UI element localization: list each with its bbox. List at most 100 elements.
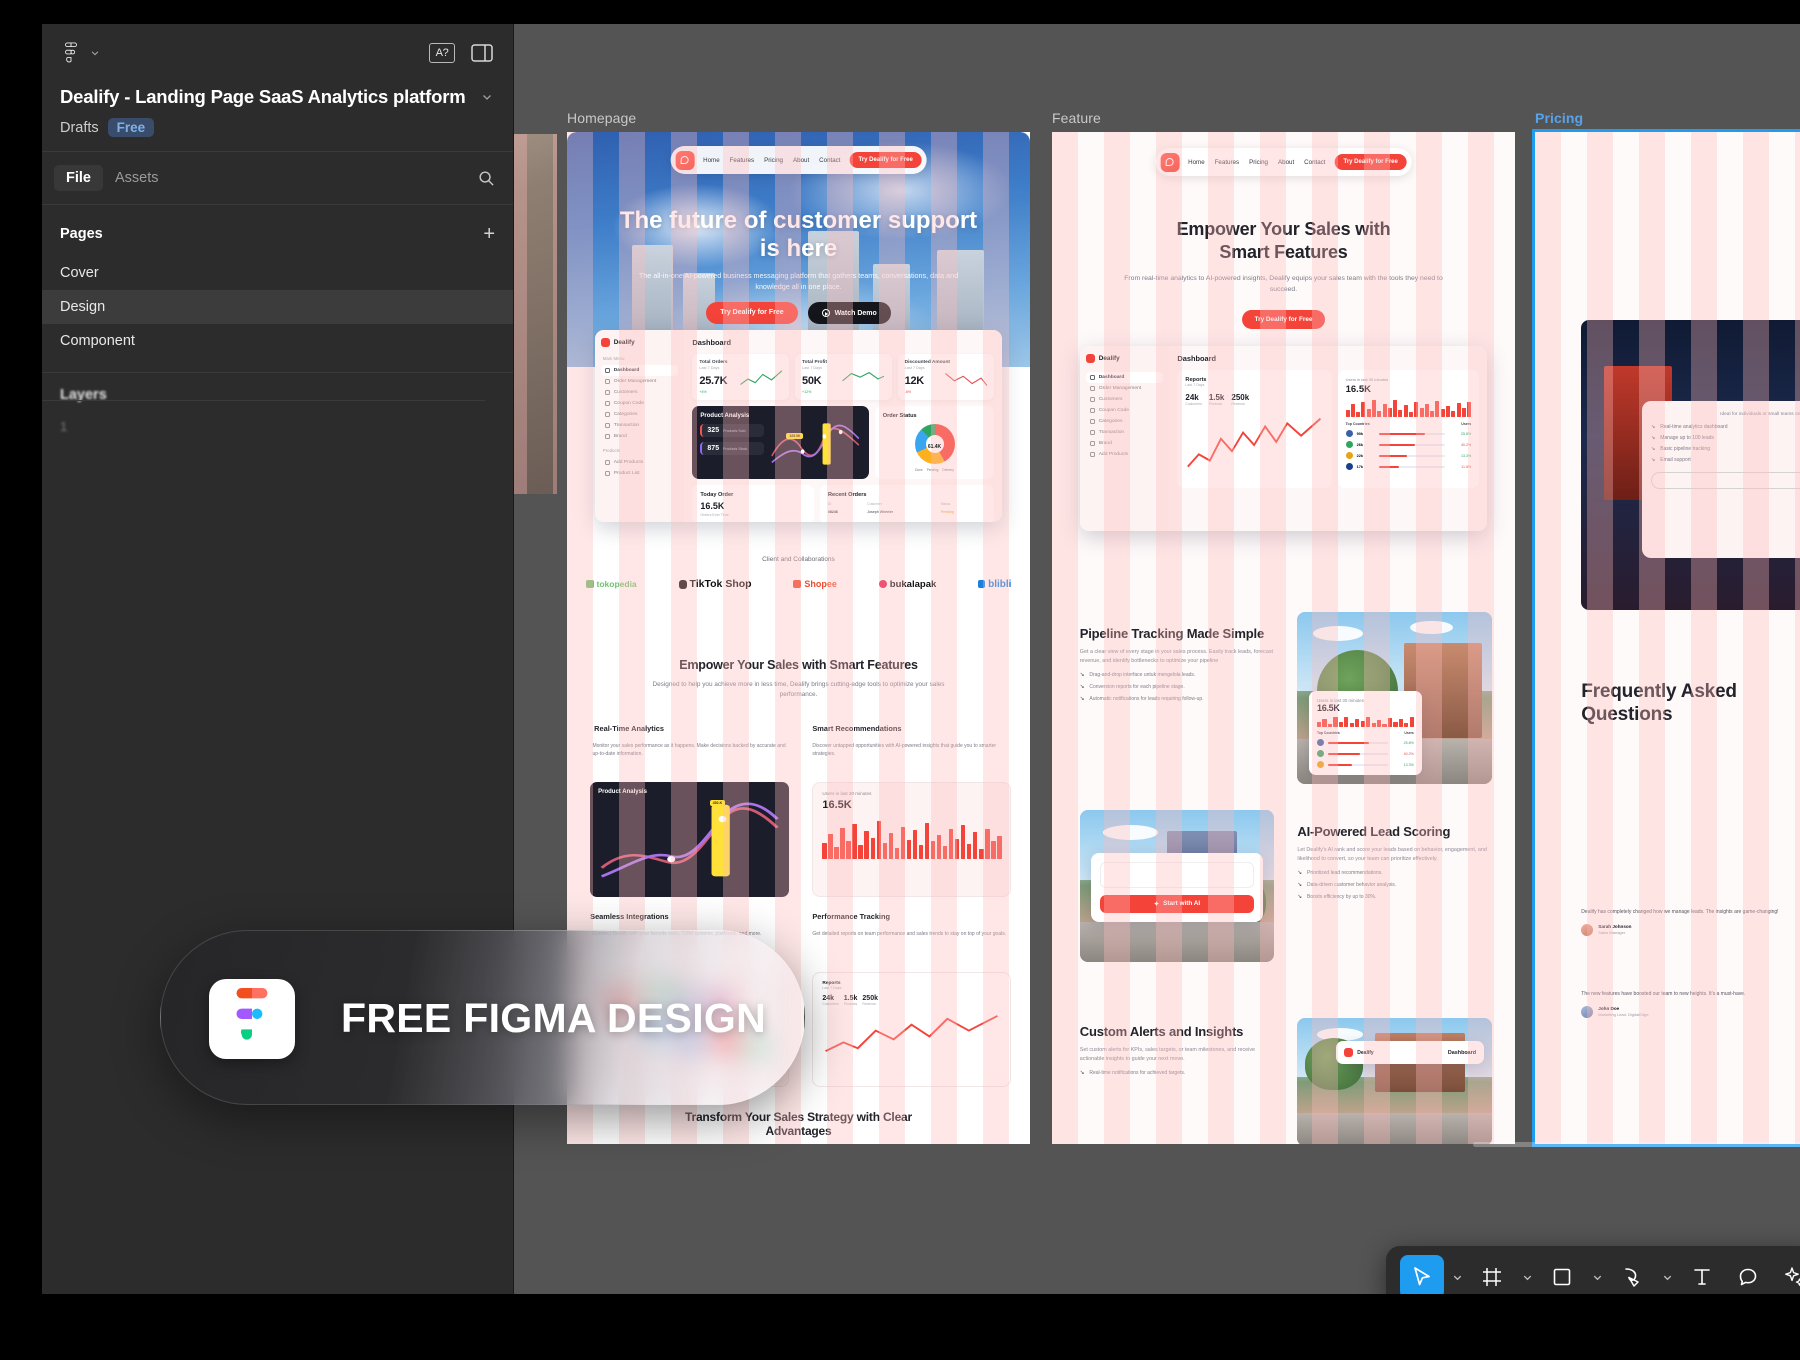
frame-tool[interactable] — [1470, 1255, 1514, 1294]
pen-tool[interactable] — [1610, 1255, 1654, 1294]
dashboard-menu-item[interactable]: Customers — [601, 387, 679, 398]
logo-tiktok-shop: TikTok Shop — [678, 578, 752, 590]
plan-badge[interactable]: Free — [107, 118, 155, 137]
file-title-row[interactable]: Dealify - Landing Page SaaS Analytics pl… — [42, 86, 513, 108]
product-row: 875 Products Stock — [700, 442, 765, 455]
frame-label-homepage[interactable]: Homepage — [567, 110, 636, 126]
project-name[interactable]: Drafts — [60, 120, 99, 136]
arrow-icon: ↘ — [1297, 893, 1302, 900]
nav-link-contact[interactable]: Contact — [1304, 159, 1325, 166]
feature-navbar[interactable]: Home Features Pricing About Contact Try … — [1155, 148, 1412, 176]
dashboard-menu-item[interactable]: Product List — [601, 468, 679, 479]
nav-link-pricing[interactable]: Pricing — [764, 157, 783, 164]
recent-orders-panel: Recent Orders ID Customer Status #8246 J… — [819, 485, 995, 522]
feature-dashboard-mock: Dealify Dashboard Order Management Custo… — [1079, 346, 1488, 531]
start-with-ai-button[interactable]: ✦ Start with AI — [1100, 894, 1254, 913]
frame-label-feature[interactable]: Feature — [1052, 110, 1101, 126]
nav-link-features[interactable]: Features — [730, 157, 754, 164]
users-mini-card: Users in last 30 minutes 16.5K Top Count… — [1309, 691, 1422, 776]
hero-buttons[interactable]: Try Dealify for Free Watch Demo — [567, 302, 1030, 324]
watch-demo-label: Watch Demo — [834, 309, 877, 317]
analytics-line-chart — [600, 802, 779, 878]
search-icon[interactable] — [471, 163, 501, 193]
dashboard-menu-item[interactable]: Add Products — [601, 457, 679, 468]
dashboard-menu-item[interactable]: Order Management — [601, 376, 679, 387]
site-navbar[interactable]: Home Features Pricing About Contact Try … — [670, 146, 927, 174]
layer-item[interactable]: 1 — [42, 403, 513, 434]
pen-tool-chevron[interactable] — [1656, 1255, 1678, 1294]
move-tool[interactable] — [1400, 1255, 1444, 1294]
ai-input[interactable] — [1100, 861, 1254, 888]
analysis-line-chart — [771, 423, 860, 465]
tab-assets[interactable]: Assets — [103, 165, 171, 191]
nav-link-about[interactable]: About — [1278, 159, 1294, 166]
frame-pricing[interactable]: Ideal for individuals or small teams on … — [1532, 129, 1800, 1147]
dashboard-menu-item[interactable]: Coupon Code — [1086, 405, 1164, 416]
legend-item: Done — [915, 468, 923, 472]
figma-menu-icon[interactable] — [60, 42, 82, 64]
dashboard-menu-item[interactable]: Customers — [1086, 394, 1164, 405]
nav-link-features[interactable]: Features — [1215, 159, 1239, 166]
block-title: Pipeline Tracking Made Simple — [1079, 626, 1264, 641]
hero-primary-cta[interactable]: Try Dealify for Free — [706, 302, 798, 324]
dashboard-menu-item[interactable]: Add Products — [1086, 449, 1164, 460]
dashboard-menu-item[interactable]: Order Management — [1086, 383, 1164, 394]
block-title: Custom Alerts and Insights — [1079, 1024, 1244, 1039]
nav-link-about[interactable]: About — [793, 157, 809, 164]
dashboard-menu-item[interactable]: Transaction — [1086, 427, 1164, 438]
feature-hero-cta[interactable]: Try Dealify for Free — [1241, 310, 1326, 329]
nav-cta-button[interactable]: Try Dealify for Free — [849, 152, 922, 168]
users-value: 16.5K — [1345, 384, 1371, 395]
users-value: 16.5K — [822, 799, 852, 811]
plan-intro: Ideal for individuals or small teams on … — [1720, 412, 1800, 418]
testimonial-quote: The new features have boosted our team t… — [1581, 991, 1746, 997]
comment-tool[interactable] — [1726, 1255, 1770, 1294]
shape-tool[interactable] — [1540, 1255, 1584, 1294]
nav-link-contact[interactable]: Contact — [819, 157, 840, 164]
frame-label-pricing[interactable]: Pricing — [1535, 110, 1583, 126]
frame-tool-chevron[interactable] — [1516, 1255, 1538, 1294]
frame-feature[interactable]: Home Features Pricing About Contact Try … — [1052, 132, 1515, 1144]
country-row: 26k 40.2% — [1345, 441, 1471, 448]
shape-tool-chevron[interactable] — [1586, 1255, 1608, 1294]
nav-cta-button[interactable]: Try Dealify for Free — [1334, 154, 1407, 170]
move-tool-chevron[interactable] — [1446, 1255, 1468, 1294]
kpi: 1.5k Products — [843, 995, 858, 1006]
accessibility-icon[interactable]: A? — [429, 43, 455, 63]
kpi: 24k Customers — [822, 995, 839, 1006]
chevron-down-icon[interactable] — [90, 48, 100, 58]
page-item-design[interactable]: Design — [42, 290, 513, 324]
file-title: Dealify - Landing Page SaaS Analytics pl… — [60, 86, 466, 107]
nav-link-pricing[interactable]: Pricing — [1249, 159, 1268, 166]
nav-link-home[interactable]: Home — [703, 157, 720, 164]
toggle-panels-icon[interactable] — [469, 43, 495, 63]
tab-file[interactable]: File — [54, 165, 103, 191]
plan-select-button[interactable] — [1651, 471, 1800, 489]
dashboard-menu-item[interactable]: Dashboard — [1085, 372, 1164, 383]
pen-icon — [1625, 1268, 1639, 1287]
dashboard-menu-item[interactable]: Dashboard — [600, 365, 679, 376]
block-bullet: ↘ Conversion reports for each pipeline st… — [1079, 683, 1185, 690]
block-bullet: ↘ Data-driven customer behavior analysis. — [1297, 881, 1397, 888]
nav-link-home[interactable]: Home — [1188, 159, 1205, 166]
text-tool[interactable] — [1680, 1255, 1724, 1294]
page-item-component[interactable]: Component — [42, 324, 513, 358]
dashboard-menu-item[interactable]: Transaction — [601, 420, 679, 431]
nav-links[interactable]: Home Features Pricing About Contact — [703, 157, 840, 164]
plus-icon[interactable]: + — [483, 224, 495, 244]
actions-tool[interactable] — [1772, 1255, 1800, 1294]
dashboard-menu-item[interactable]: Brand — [1086, 438, 1164, 449]
dashboard-menu-item[interactable]: Coupon Code — [601, 398, 679, 409]
dealify-logo-icon — [1344, 1048, 1354, 1058]
dashboard-menu-item[interactable]: Brand — [601, 431, 679, 442]
dashboard-menu-item[interactable]: Categories — [1086, 416, 1164, 427]
page-item-cover[interactable]: Cover — [42, 256, 513, 290]
arrow-icon: ↘ — [1079, 671, 1085, 678]
figma-toolbar[interactable] — [1386, 1246, 1800, 1294]
horizontal-scrollbar[interactable] — [1473, 1142, 1800, 1147]
chevron-down-icon[interactable] — [481, 91, 493, 103]
sidebar-tabs[interactable]: File Assets — [42, 151, 513, 205]
hero-secondary-cta[interactable]: Watch Demo — [807, 302, 891, 324]
dashboard-menu-item[interactable]: Categories — [601, 409, 679, 420]
footer-cta-wrap: Transform Your Sales Strategy with Clear… — [567, 1110, 1030, 1138]
